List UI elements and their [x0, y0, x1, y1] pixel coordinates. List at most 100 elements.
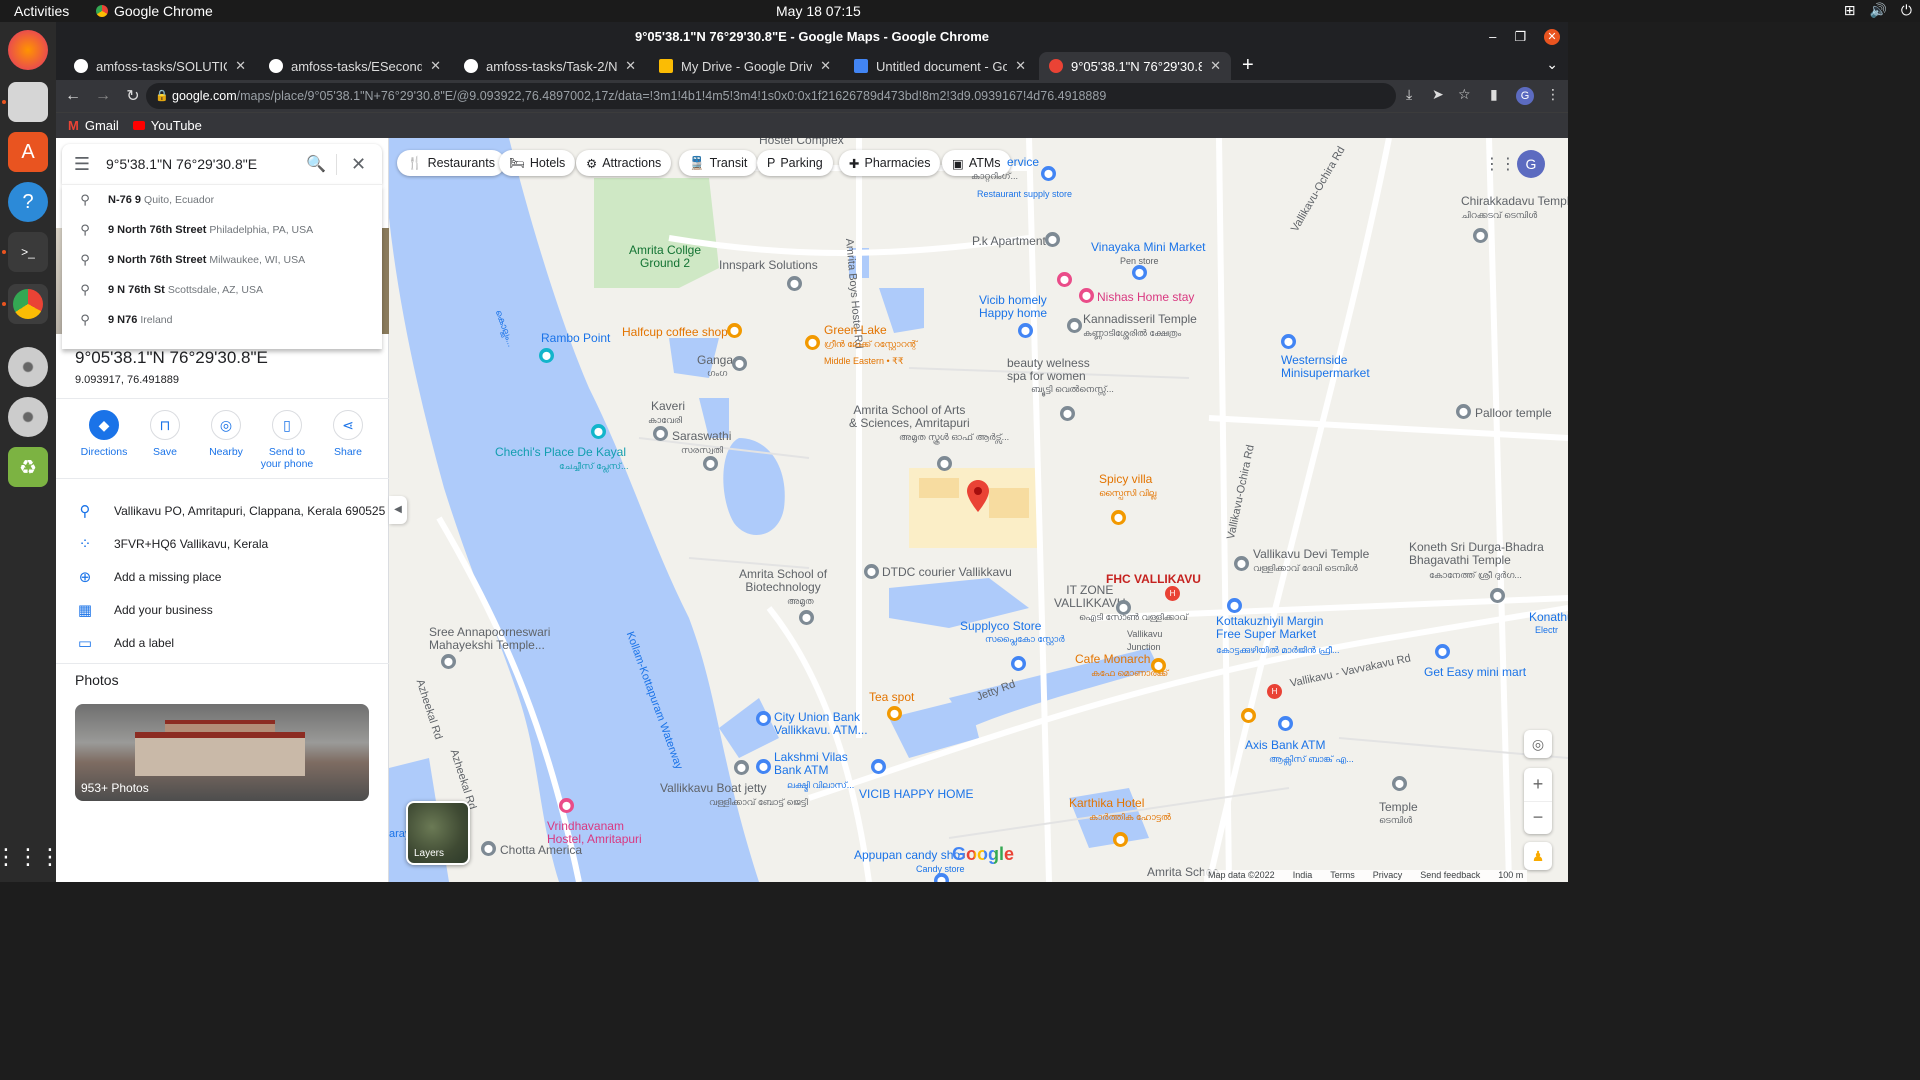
- shop-pin-icon[interactable]: ⬤: [1011, 656, 1026, 671]
- lodging-pin-icon[interactable]: ⬤: [1079, 288, 1094, 303]
- map-label[interactable]: Green Lake: [824, 324, 887, 337]
- attraction-pin-icon[interactable]: ⬤: [591, 424, 606, 439]
- minimize-icon[interactable]: –: [1489, 22, 1496, 52]
- school-pin-icon[interactable]: ⬤: [937, 456, 952, 471]
- map-label[interactable]: Amrita School of Biotechnology: [739, 568, 827, 594]
- zoom-out-button[interactable]: −: [1524, 801, 1552, 834]
- bank-pin-icon[interactable]: ⬤: [1278, 716, 1293, 731]
- map-label[interactable]: beauty welness spa for women: [1007, 357, 1090, 383]
- chrome-menu-icon[interactable]: ⋮: [1546, 86, 1560, 103]
- shop-pin-icon[interactable]: ⬤: [871, 759, 886, 774]
- suggestion-item[interactable]: ⚲ 9 North 76th Street Milwaukee, WI, USA: [62, 245, 382, 275]
- map-label[interactable]: Kannadisseril Temple: [1083, 313, 1197, 326]
- tab-close-icon[interactable]: ✕: [1015, 58, 1026, 74]
- map-label[interactable]: ervice: [1007, 156, 1039, 169]
- active-app-menu[interactable]: Google Chrome: [96, 3, 213, 19]
- map-label[interactable]: Chirakkadavu Temple: [1461, 195, 1568, 208]
- forward-icon[interactable]: →: [90, 87, 116, 105]
- maximize-icon[interactable]: ❐: [1514, 22, 1526, 52]
- map-label[interactable]: Cafe Monarch: [1075, 653, 1150, 666]
- place-pin-icon[interactable]: ⬤: [787, 276, 802, 291]
- tab-eseconds[interactable]: amfoss-tasks/ESeconds.t ✕: [259, 52, 451, 80]
- map-label[interactable]: Nishas Home stay: [1097, 291, 1194, 304]
- send-to-phone-button[interactable]: ▯ Send to your phone: [259, 410, 315, 470]
- disc-dock-icon-2[interactable]: [8, 397, 48, 437]
- bank-pin-icon[interactable]: ⬤: [756, 759, 771, 774]
- map-label[interactable]: Appupan candy sho: [854, 849, 960, 862]
- suggestion-item[interactable]: ⚲ 9 North 76th Street Philadelphia, PA, U…: [62, 215, 382, 245]
- lock-icon[interactable]: 🔒: [155, 83, 169, 109]
- chip-parking[interactable]: P Parking: [757, 150, 833, 176]
- software-center-dock-icon[interactable]: A: [8, 132, 48, 172]
- map-label[interactable]: P.k Apartment: [972, 235, 1046, 248]
- map-label[interactable]: DTDC courier Vallikkavu: [882, 566, 1012, 579]
- place-pin-icon[interactable]: ⬤: [481, 841, 496, 856]
- side-panel-icon[interactable]: ▮: [1490, 86, 1498, 103]
- photos-card[interactable]: 953+ Photos: [75, 704, 369, 801]
- save-button[interactable]: ⊓ Save: [137, 410, 193, 470]
- tab-search-icon[interactable]: ⌄: [1546, 56, 1558, 73]
- place-pin-icon[interactable]: ⬤: [864, 564, 879, 579]
- temple-pin-icon[interactable]: ⬤: [1067, 318, 1082, 333]
- map-label[interactable]: Chechi's Place De Kayal: [495, 446, 626, 459]
- map-label[interactable]: Koneth Sri Durga-Bhadra Bhagavathi Templ…: [1409, 541, 1544, 567]
- map-label[interactable]: Vicib homely Happy home: [979, 294, 1047, 320]
- collapse-panel-button[interactable]: ◀: [389, 496, 407, 524]
- cafe-pin-icon[interactable]: ⬤: [727, 323, 742, 338]
- chip-pharmacies[interactable]: ✚ Pharmacies: [839, 150, 941, 176]
- search-input[interactable]: [106, 156, 296, 172]
- map-label[interactable]: Tea spot: [869, 691, 914, 704]
- send-icon[interactable]: ➤: [1432, 86, 1444, 103]
- map-label[interactable]: Halfcup coffee shop: [622, 326, 728, 339]
- tab-close-icon[interactable]: ✕: [1210, 58, 1221, 74]
- restaurant-pin-icon[interactable]: ⬤: [805, 335, 820, 350]
- firefox-dock-icon[interactable]: [8, 30, 48, 70]
- map-label[interactable]: Temple: [1379, 801, 1418, 814]
- share-button[interactable]: ⋖ Share: [320, 410, 376, 470]
- tab-google-maps[interactable]: 9°05'38.1"N 76°29'30.8"E - ✕: [1039, 52, 1231, 80]
- map-label[interactable]: Supplyco Store: [960, 620, 1041, 633]
- help-dock-icon[interactable]: ?: [8, 182, 48, 222]
- place-pin-icon[interactable]: ⬤: [734, 760, 749, 775]
- temple-pin-icon[interactable]: ⬤: [1234, 556, 1249, 571]
- chip-restaurants[interactable]: 🍴 Restaurants: [397, 150, 505, 176]
- directions-button[interactable]: ◆ Directions: [76, 410, 132, 470]
- account-avatar[interactable]: G: [1517, 150, 1545, 178]
- tab-my-drive[interactable]: My Drive - Google Drive ✕: [649, 52, 841, 80]
- my-location-button[interactable]: ◎: [1524, 730, 1552, 758]
- system-tray[interactable]: ⊞ 🔊 ⏻: [1844, 2, 1912, 19]
- cafe-pin-icon[interactable]: ⬤: [1151, 658, 1166, 673]
- shop-pin-icon[interactable]: ⬤: [934, 873, 949, 882]
- suggestion-item[interactable]: ⚲ 9 N 76th St Scottsdale, AZ, USA: [62, 275, 382, 305]
- bookmark-gmail[interactable]: M Gmail: [68, 118, 119, 133]
- show-applications-icon[interactable]: ⋮⋮⋮: [0, 837, 61, 877]
- map-label[interactable]: City Union Bank Vallikkavu. ATM...: [774, 711, 868, 737]
- shop-pin-icon[interactable]: ⬤: [1041, 166, 1056, 181]
- add-business-row[interactable]: ▦ Add your business: [56, 595, 389, 625]
- place-pin-icon[interactable]: ⬤: [653, 426, 668, 441]
- shop-pin-icon[interactable]: ⬤: [1132, 265, 1147, 280]
- profile-avatar-icon[interactable]: G: [1516, 87, 1534, 105]
- restaurant-pin-icon[interactable]: ⬤: [1241, 708, 1256, 723]
- street-view-pegman-icon[interactable]: ♟: [1524, 842, 1552, 870]
- place-pin-icon[interactable]: ⬤: [732, 356, 747, 371]
- bank-pin-icon[interactable]: ⬤: [756, 711, 771, 726]
- hospital-pin-icon[interactable]: H: [1267, 684, 1282, 699]
- close-window-icon[interactable]: ✕: [1544, 29, 1560, 45]
- map-label[interactable]: Amrita School of Arts & Sciences, Amrita…: [849, 404, 970, 430]
- map-label[interactable]: Vinayaka Mini Market: [1091, 241, 1206, 254]
- temple-pin-icon[interactable]: ⬤: [1456, 404, 1471, 419]
- system-clock[interactable]: May 18 07:15: [776, 3, 861, 19]
- map-label[interactable]: Palloor temple: [1475, 407, 1552, 420]
- map-label[interactable]: Amrita Collge Ground 2: [629, 244, 701, 270]
- selected-location-pin-icon[interactable]: [967, 480, 989, 512]
- shop-pin-icon[interactable]: ⬤: [1435, 644, 1450, 659]
- shop-pin-icon[interactable]: ⬤: [1227, 598, 1242, 613]
- activities-button[interactable]: Activities: [14, 3, 69, 19]
- map-label[interactable]: Sree Annapoorneswari Mahayekshi Temple..…: [429, 626, 550, 652]
- reload-icon[interactable]: ↻: [120, 86, 146, 106]
- send-feedback-link[interactable]: Send feedback: [1420, 870, 1480, 882]
- privacy-link[interactable]: Privacy: [1373, 870, 1403, 882]
- disc-dock-icon[interactable]: [8, 347, 48, 387]
- school-pin-icon[interactable]: ⬤: [799, 610, 814, 625]
